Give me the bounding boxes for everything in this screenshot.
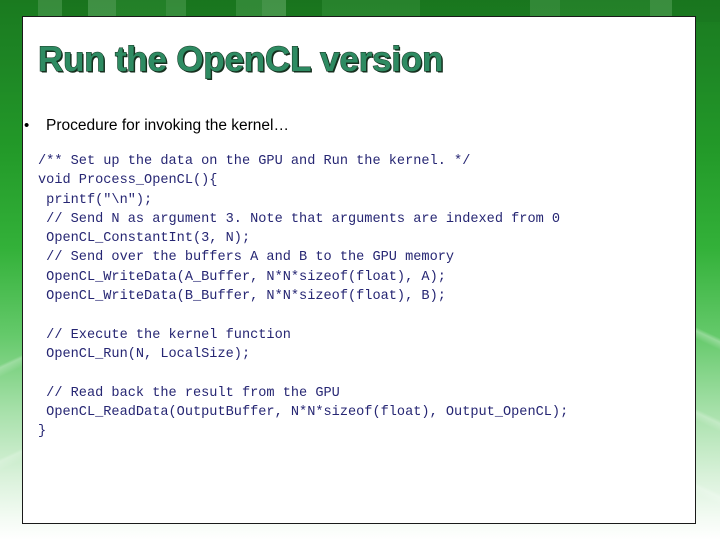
code-line: OpenCL_WriteData(A_Buffer, N*N*sizeof(fl… xyxy=(38,269,446,285)
code-line: } xyxy=(38,424,47,440)
presentation-slide: Run the OpenCL version • Procedure for i… xyxy=(0,0,720,540)
code-snippet-block: /** Set up the data on the GPU and Run t… xyxy=(38,152,678,441)
bullet-point-icon: • xyxy=(24,117,30,134)
code-line: // Send over the buffers A and B to the … xyxy=(38,250,455,266)
code-line: OpenCL_WriteData(B_Buffer, N*N*sizeof(fl… xyxy=(38,289,446,305)
slide-title: Run the OpenCL version xyxy=(37,39,444,79)
code-line: OpenCL_ReadData(OutputBuffer, N*N*sizeof… xyxy=(38,404,569,420)
bullet-item-label: Procedure for invoking the kernel… xyxy=(46,117,289,134)
code-line: /** Set up the data on the GPU and Run t… xyxy=(38,154,471,169)
bullet-list-item: • Procedure for invoking the kernel… xyxy=(24,117,289,135)
code-line: OpenCL_ConstantInt(3, N); xyxy=(38,231,251,247)
code-line: // Send N as argument 3. Note that argum… xyxy=(38,211,561,227)
code-line: OpenCL_Run(N, LocalSize); xyxy=(38,346,251,362)
code-line: // Execute the kernel function xyxy=(38,327,291,343)
code-line: printf("\n"); xyxy=(38,192,153,208)
code-line: void Process_OpenCL(){ xyxy=(38,173,218,189)
code-line: // Read back the result from the GPU xyxy=(38,385,340,401)
